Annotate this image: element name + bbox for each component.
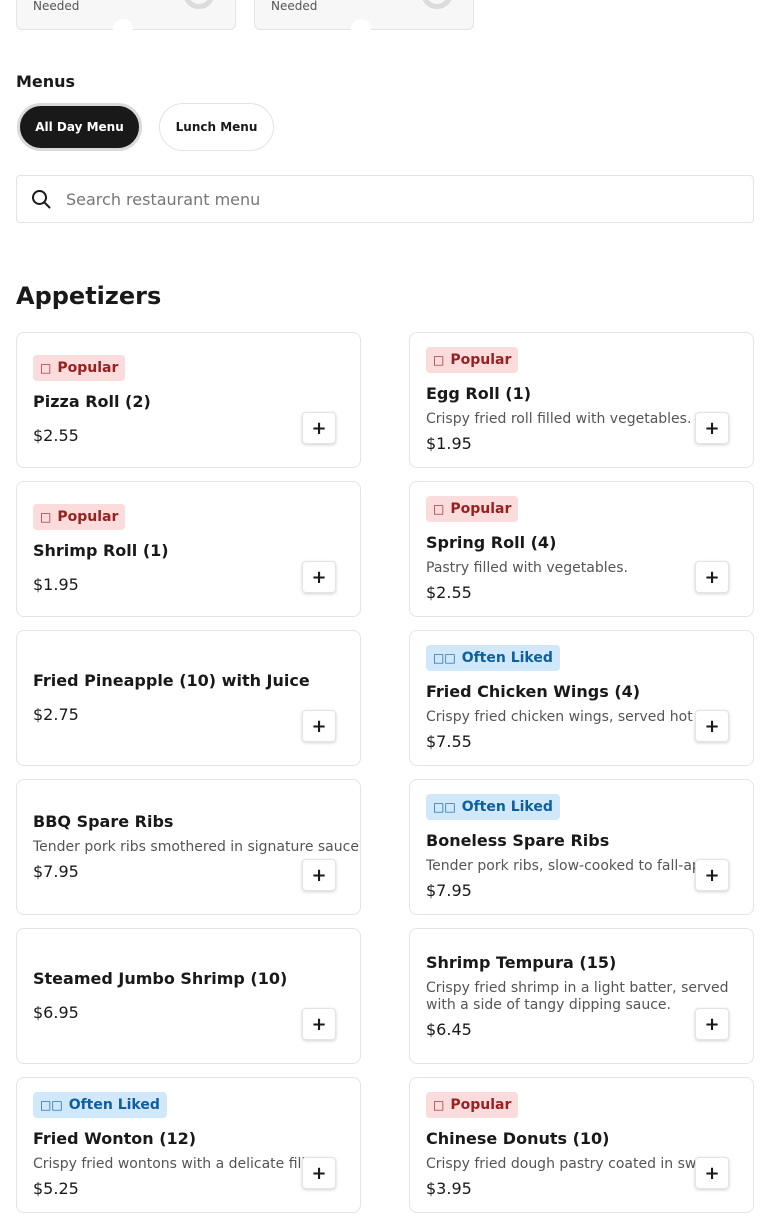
fire-icon: □	[433, 352, 445, 367]
search-input[interactable]	[64, 188, 728, 210]
item-price: $2.75	[33, 705, 79, 724]
add-item-button[interactable]: +	[302, 859, 336, 891]
popular-badge: □ Popular	[33, 354, 126, 381]
progress-ring-icon	[421, 0, 453, 9]
item-name: BBQ Spare Ribs	[33, 812, 174, 831]
menu-item-card[interactable]: □ Popular Pizza Roll (2) $2.55 +	[16, 332, 361, 468]
search-bar[interactable]	[16, 175, 754, 223]
menu-item-card[interactable]: BBQ Spare Ribs Tender pork ribs smothered…	[16, 779, 361, 915]
often-liked-badge: □□ Often Liked	[426, 793, 560, 820]
card-notch	[351, 19, 371, 33]
menu-item-card[interactable]: Shrimp Tempura (15) Crispy fried shrimp i…	[409, 928, 754, 1064]
item-price: $7.55	[426, 731, 472, 751]
badge-label: Often Liked	[68, 1096, 160, 1113]
menu-items-grid: □ Popular Pizza Roll (2) $2.55 + □ Popular Egg …	[16, 332, 754, 1213]
popular-badge: □ Popular	[426, 346, 519, 373]
add-item-button[interactable]: +	[302, 710, 336, 742]
menu-item-card[interactable]: □ Popular Spring Roll (4) Pastry filled wit…	[409, 481, 754, 617]
item-price: $1.95	[33, 574, 79, 594]
badge-label: Often Liked	[461, 649, 553, 666]
item-name: Spring Roll (4)	[426, 532, 557, 552]
menu-item-card[interactable]: Steamed Jumbo Shrimp (10) $6.95 +	[16, 928, 361, 1064]
item-price: $7.95	[33, 862, 79, 881]
item-price: $5.25	[33, 1178, 79, 1198]
top-card[interactable]: Needed	[16, 0, 236, 33]
menu-item-card[interactable]: Fried Pineapple (10) with Juice $2.75 +	[16, 630, 361, 766]
tab-all-day-menu[interactable]: All Day Menu	[17, 103, 142, 151]
item-name: Chinese Donuts (10)	[426, 1128, 610, 1148]
badge-label: Popular	[450, 500, 512, 517]
thumbs-up-icon: □□	[433, 650, 456, 665]
popular-badge: □ Popular	[426, 495, 519, 522]
often-liked-badge: □□ Often Liked	[426, 644, 560, 671]
top-card[interactable]: Needed	[254, 0, 474, 33]
add-item-button[interactable]: +	[302, 1008, 336, 1040]
item-name: Boneless Spare Ribs	[426, 830, 610, 850]
item-name: Shrimp Tempura (15)	[426, 952, 617, 972]
often-liked-badge: □□ Often Liked	[33, 1091, 167, 1118]
add-item-button[interactable]: +	[695, 1157, 729, 1189]
badge-label: Popular	[450, 1096, 512, 1113]
item-name: Pizza Roll (2)	[33, 391, 151, 411]
fire-icon: □	[433, 501, 445, 516]
tab-lunch-menu[interactable]: Lunch Menu	[159, 103, 274, 151]
top-card-label: Needed	[33, 0, 80, 13]
item-description: Tender pork ribs smothered in signature …	[33, 839, 361, 855]
menus-heading: Menus	[16, 72, 76, 91]
badge-label: Popular	[450, 351, 512, 368]
item-description: Crispy fried dough pastry coated in swee…	[426, 1155, 724, 1172]
item-price: $6.95	[33, 1003, 79, 1022]
item-description: Crispy fried shrimp in a light batter, s…	[426, 979, 729, 1013]
item-name: Fried Wonton (12)	[33, 1128, 197, 1148]
item-price: $2.55	[33, 425, 79, 445]
item-name: Fried Pineapple (10) with Juice	[33, 671, 310, 690]
badge-label: Popular	[57, 508, 119, 525]
badge-label: Often Liked	[461, 798, 553, 815]
add-item-button[interactable]: +	[695, 412, 729, 444]
thumbs-up-icon: □□	[40, 1097, 63, 1112]
add-item-button[interactable]: +	[302, 561, 336, 593]
item-name: Shrimp Roll (1)	[33, 540, 169, 560]
section-title: Appetizers	[16, 282, 162, 310]
item-price: $7.95	[426, 880, 472, 900]
fire-icon: □	[40, 360, 52, 375]
card-notch	[113, 19, 133, 33]
fire-icon: □	[40, 509, 52, 524]
item-price: $6.45	[426, 1019, 472, 1039]
item-description: Pastry filled with vegetables.	[426, 559, 628, 576]
menu-item-card[interactable]: □ Popular Chinese Donuts (10) Crispy fried …	[409, 1077, 754, 1213]
search-icon	[31, 189, 51, 209]
popular-badge: □ Popular	[33, 503, 126, 530]
menu-item-card[interactable]: □□ Often Liked Fried Wonton (12) Crispy fri…	[16, 1077, 361, 1213]
item-description: Crispy fried roll filled with vegetables…	[426, 410, 692, 427]
fire-icon: □	[433, 1097, 445, 1112]
item-description: Crispy fried chicken wings, served hot	[426, 708, 693, 725]
badge-label: Popular	[57, 359, 119, 376]
item-name: Egg Roll (1)	[426, 383, 532, 403]
add-item-button[interactable]: +	[695, 561, 729, 593]
item-name: Fried Chicken Wings (4)	[426, 681, 641, 701]
item-description: Tender pork ribs, slow-cooked to fall-ap…	[426, 857, 726, 874]
menu-item-card[interactable]: □ Popular Egg Roll (1) Crispy fried roll fi…	[409, 332, 754, 468]
menu-item-card[interactable]: □□ Often Liked Boneless Spare Ribs Tender p…	[409, 779, 754, 915]
item-price: $3.95	[426, 1178, 472, 1198]
thumbs-up-icon: □□	[433, 799, 456, 814]
item-name: Steamed Jumbo Shrimp (10)	[33, 969, 288, 988]
menu-item-card[interactable]: □□ Often Liked Fried Chicken Wings (4) Cris…	[409, 630, 754, 766]
add-item-button[interactable]: +	[302, 412, 336, 444]
top-card-label: Needed	[271, 0, 318, 13]
item-price: $2.55	[426, 582, 472, 602]
add-item-button[interactable]: +	[695, 710, 729, 742]
menu-item-card[interactable]: □ Popular Shrimp Roll (1) $1.95 +	[16, 481, 361, 617]
item-price: $1.95	[426, 433, 472, 453]
add-item-button[interactable]: +	[695, 859, 729, 891]
popular-badge: □ Popular	[426, 1091, 519, 1118]
item-description: Crispy fried wontons with a delicate fil…	[33, 1155, 332, 1172]
add-item-button[interactable]: +	[302, 1157, 336, 1189]
progress-ring-icon	[183, 0, 215, 9]
add-item-button[interactable]: +	[695, 1008, 729, 1040]
